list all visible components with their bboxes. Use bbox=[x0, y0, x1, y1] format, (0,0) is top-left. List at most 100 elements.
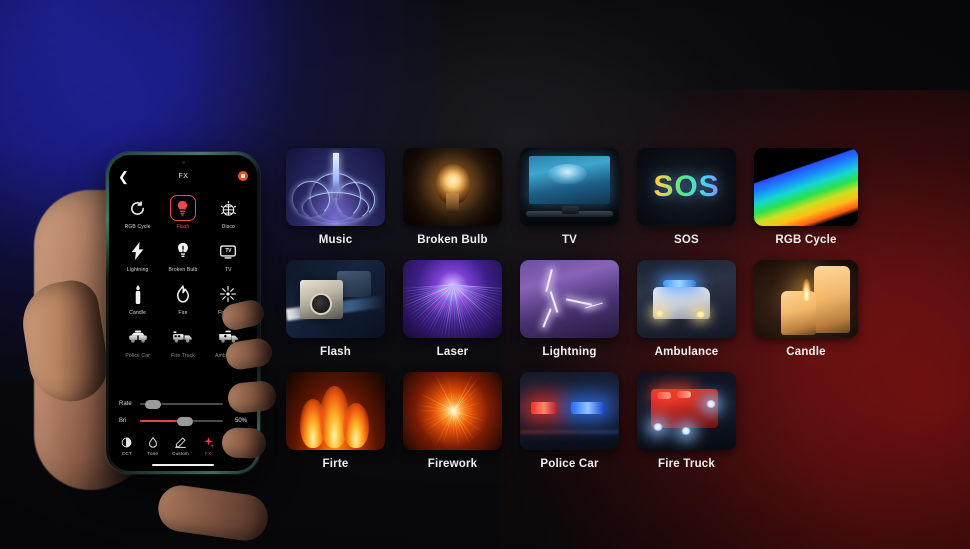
police-car-art bbox=[520, 372, 619, 450]
bri-slider-knob[interactable] bbox=[177, 417, 193, 426]
effect-card-music[interactable]: Music bbox=[286, 148, 385, 246]
record-stop-icon[interactable] bbox=[238, 171, 248, 181]
candle-art bbox=[754, 260, 858, 338]
sos-text: SOS bbox=[637, 148, 736, 226]
effect-thumbnail[interactable] bbox=[520, 148, 619, 226]
fire-art bbox=[286, 372, 385, 450]
effect-thumbnail[interactable] bbox=[286, 372, 385, 450]
fx-item-label: Candle bbox=[129, 310, 146, 316]
bri-slider-row: Bri 50% bbox=[119, 418, 247, 424]
broken-bulb-icon bbox=[170, 238, 196, 264]
fx-item-fire-truck[interactable]: Fire Truck bbox=[160, 320, 205, 361]
fx-effect-grid: RGB Cycle Flash Disco Lightning Broken B… bbox=[109, 189, 257, 361]
rate-slider-label: Rate bbox=[119, 401, 134, 407]
effect-thumbnail[interactable] bbox=[754, 148, 858, 226]
fire-truck-art bbox=[637, 372, 736, 450]
hand-holding-phone: ❮ FX RGB Cycle Flash Disco Lightning Bro… bbox=[40, 140, 300, 540]
back-button[interactable]: ❮ bbox=[118, 170, 129, 183]
effect-card-firte[interactable]: Firte bbox=[286, 372, 385, 470]
effect-card-sos[interactable]: SOS SOS bbox=[637, 148, 736, 246]
effect-label: Broken Bulb bbox=[417, 234, 488, 246]
laser-art bbox=[403, 260, 502, 338]
effect-label: Firte bbox=[323, 458, 349, 470]
effect-label: Lightning bbox=[542, 346, 596, 358]
half-circle-icon bbox=[120, 436, 133, 449]
fx-item-tv[interactable]: TV TV bbox=[206, 234, 251, 275]
effect-thumbnail[interactable] bbox=[286, 148, 385, 226]
fx-item-label: TV bbox=[225, 267, 232, 273]
effect-thumbnail[interactable] bbox=[286, 260, 385, 338]
tab-fx[interactable]: FX bbox=[202, 436, 215, 456]
fx-item-label: Broken Bulb bbox=[169, 267, 198, 273]
effect-label: SOS bbox=[674, 234, 699, 246]
fx-item-label: Lightning bbox=[127, 267, 149, 273]
bri-slider-label: Bri bbox=[119, 418, 134, 424]
effect-thumbnail[interactable] bbox=[403, 148, 502, 226]
effect-card-police-car[interactable]: Police Car bbox=[520, 372, 619, 470]
front-camera-icon bbox=[182, 161, 185, 164]
effect-card-firework[interactable]: Firework bbox=[403, 372, 502, 470]
sparkle-icon bbox=[202, 436, 215, 449]
effect-card-broken-bulb[interactable]: Broken Bulb bbox=[403, 148, 502, 246]
effect-thumbnail[interactable]: SOS bbox=[637, 148, 736, 226]
effect-card-laser[interactable]: Laser bbox=[403, 260, 502, 358]
fx-item-fire[interactable]: Fire bbox=[160, 277, 205, 318]
fire-truck-icon bbox=[170, 324, 196, 350]
candle-icon bbox=[125, 281, 151, 307]
effect-row: Firte Firework Police Car Fire Truck bbox=[286, 372, 946, 470]
effect-label: Candle bbox=[786, 346, 826, 358]
ring-finger bbox=[227, 380, 277, 414]
effect-card-ambulance[interactable]: Ambulance bbox=[637, 260, 736, 358]
lightning-art bbox=[520, 260, 619, 338]
effect-thumbnail[interactable] bbox=[403, 260, 502, 338]
sos-art: SOS bbox=[637, 148, 736, 226]
effect-label: Ambulance bbox=[655, 346, 719, 358]
effect-card-rgb-cycle[interactable]: RGB Cycle bbox=[754, 148, 858, 246]
effect-card-flash[interactable]: Flash bbox=[286, 260, 385, 358]
rate-slider-track[interactable] bbox=[140, 403, 223, 405]
effect-thumbnail[interactable] bbox=[637, 372, 736, 450]
fx-item-disco[interactable]: Disco bbox=[206, 191, 251, 232]
rate-slider-knob[interactable] bbox=[145, 400, 161, 409]
effect-thumbnail[interactable] bbox=[520, 372, 619, 450]
fx-item-candle[interactable]: Candle bbox=[115, 277, 160, 318]
police-car-icon bbox=[125, 324, 151, 350]
effect-row: Flash Laser Lightning Ambulance Candle bbox=[286, 260, 946, 358]
fx-item-rgb-cycle[interactable]: RGB Cycle bbox=[115, 191, 160, 232]
disco-ball-icon bbox=[215, 195, 241, 221]
tv-art bbox=[520, 148, 619, 226]
effect-card-fire-truck[interactable]: Fire Truck bbox=[637, 372, 736, 470]
little-finger bbox=[221, 427, 266, 459]
fx-item-label: Flash bbox=[177, 224, 190, 230]
bulb-flash-icon bbox=[170, 195, 196, 221]
fx-item-flash[interactable]: Flash bbox=[160, 191, 205, 232]
tab-cct[interactable]: CCT bbox=[120, 436, 133, 456]
fx-item-police-car[interactable]: Police Car bbox=[115, 320, 160, 361]
effect-card-tv[interactable]: TV bbox=[520, 148, 619, 246]
effect-card-candle[interactable]: Candle bbox=[754, 260, 858, 358]
rgb-cycle-art bbox=[754, 148, 858, 226]
broken-bulb-art bbox=[403, 148, 502, 226]
tab-tone[interactable]: Tone bbox=[146, 436, 159, 456]
bri-slider-track[interactable] bbox=[140, 420, 223, 422]
tab-label: Tone bbox=[148, 451, 159, 456]
home-indicator bbox=[152, 464, 214, 466]
fx-item-lightning[interactable]: Lightning bbox=[115, 234, 160, 275]
effect-thumbnail-grid: Music Broken Bulb TV SOS SOS RGB Cycle F… bbox=[286, 148, 946, 470]
effect-label: Fire Truck bbox=[658, 458, 715, 470]
lower-hand bbox=[155, 483, 270, 544]
effect-thumbnail[interactable] bbox=[403, 372, 502, 450]
effect-card-lightning[interactable]: Lightning bbox=[520, 260, 619, 358]
flash-art bbox=[286, 260, 385, 338]
effect-thumbnail[interactable] bbox=[754, 260, 858, 338]
tab-label: Custom bbox=[172, 451, 189, 456]
app-header: ❮ FX bbox=[109, 163, 257, 189]
fx-item-label: Disco bbox=[222, 224, 235, 230]
tv-icon: TV bbox=[215, 238, 241, 264]
fx-item-broken-bulb[interactable]: Broken Bulb bbox=[160, 234, 205, 275]
fire-icon bbox=[170, 281, 196, 307]
effect-thumbnail[interactable] bbox=[520, 260, 619, 338]
tab-custom[interactable]: Custom bbox=[172, 436, 189, 456]
effect-thumbnail[interactable] bbox=[637, 260, 736, 338]
effect-label: Police Car bbox=[540, 458, 598, 470]
